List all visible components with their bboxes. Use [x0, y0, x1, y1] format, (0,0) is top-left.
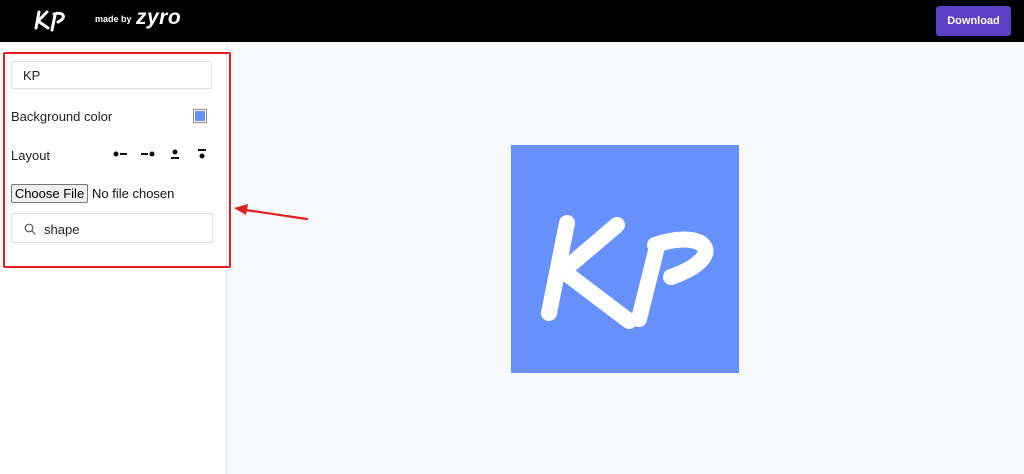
download-button[interactable]: Download [936, 6, 1011, 36]
brand-logo[interactable]: zyro [136, 6, 181, 30]
annotation-highlight-box [3, 52, 231, 268]
logo-preview [511, 145, 739, 373]
made-by-text: made by [95, 14, 132, 24]
top-bar: made by zyro Download [0, 0, 1024, 42]
annotation-arrow-icon [234, 204, 309, 221]
logo[interactable] [34, 6, 70, 34]
